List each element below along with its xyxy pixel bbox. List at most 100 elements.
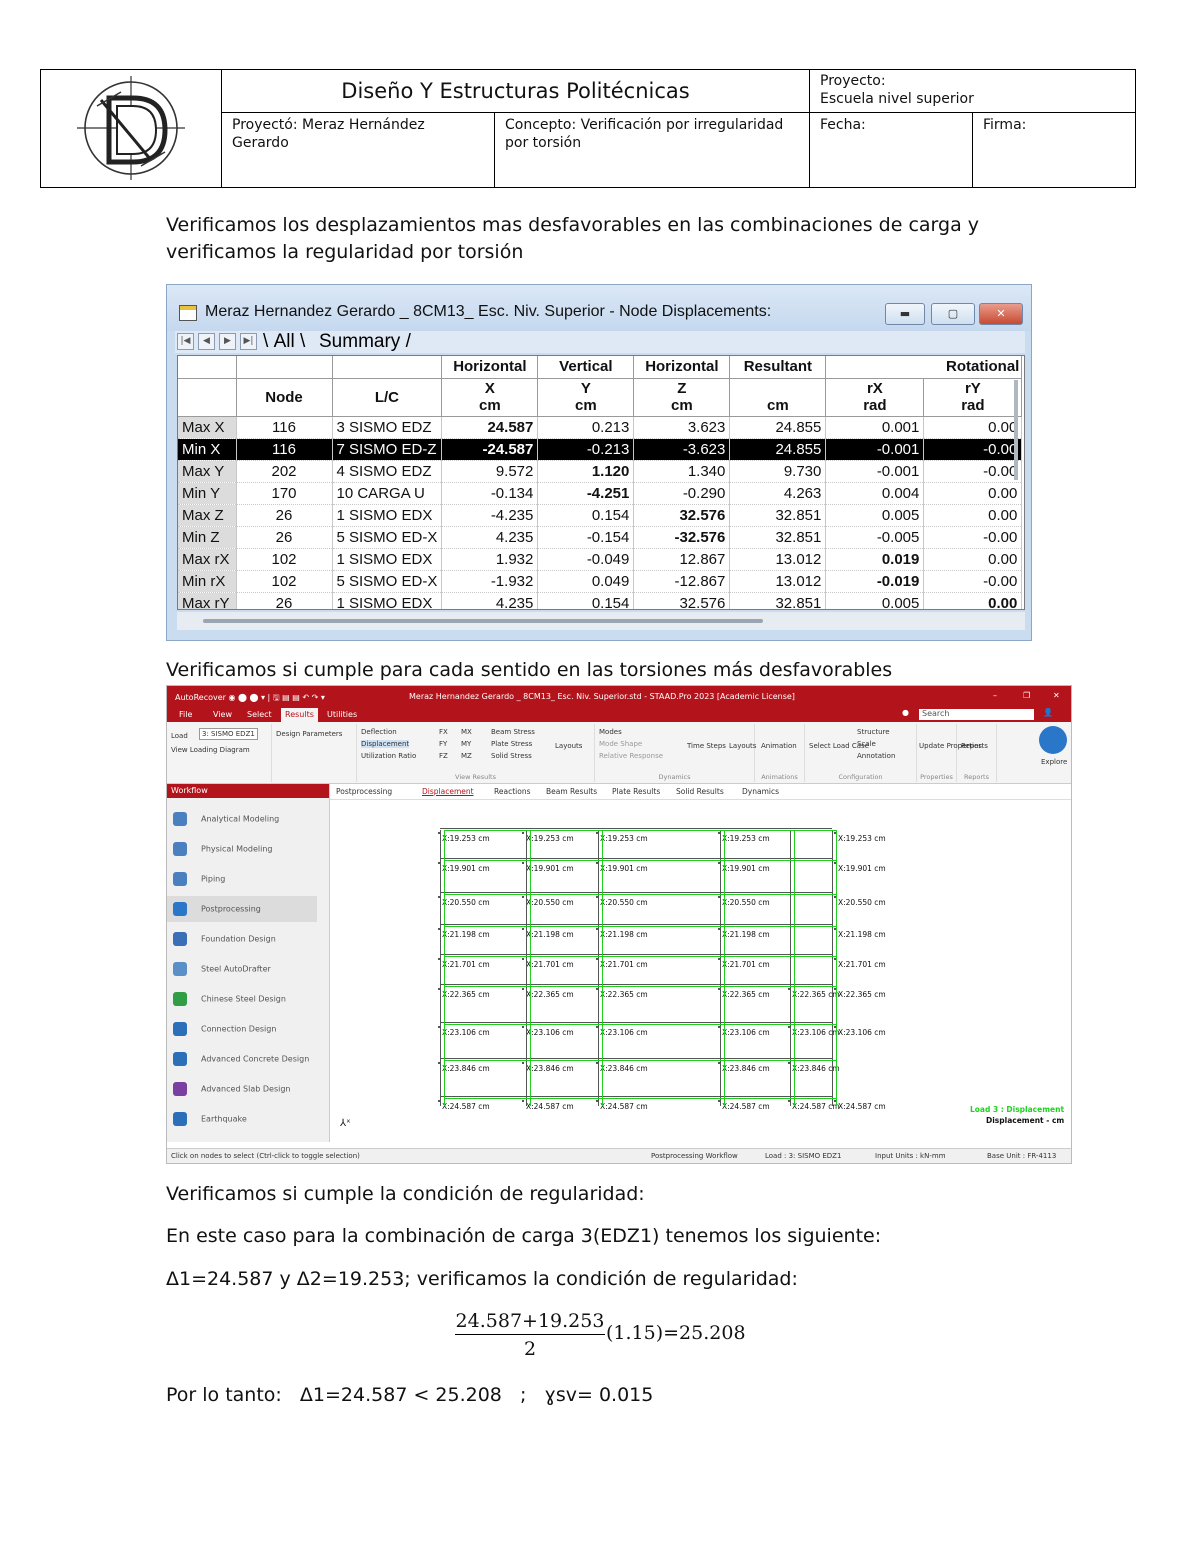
animation-button[interactable]: Animation xyxy=(761,742,797,750)
col-node[interactable]: Node xyxy=(236,378,333,417)
tab-summary[interactable]: Summary / xyxy=(319,331,411,353)
time-steps-button[interactable]: Time Steps xyxy=(687,742,726,750)
design-parameters[interactable]: Design Parameters xyxy=(276,730,342,738)
subtab-postprocessing[interactable]: Postprocessing xyxy=(336,787,392,796)
mode-shape-button[interactable]: Mode Shape xyxy=(599,740,642,748)
workflow-item[interactable]: Advanced Slab Design xyxy=(173,1082,291,1096)
node-dot[interactable] xyxy=(522,1062,524,1064)
mx-button[interactable]: MX xyxy=(461,728,472,736)
maximize-button[interactable]: ▢ xyxy=(931,303,975,325)
scale-button[interactable]: Scale xyxy=(857,740,876,748)
last-sheet-icon[interactable]: ▶| xyxy=(240,333,257,350)
dynamics-layouts-button[interactable]: Layouts xyxy=(729,742,756,750)
workflow-item[interactable]: Steel AutoDrafter xyxy=(173,962,271,976)
node-dot[interactable] xyxy=(522,862,524,864)
workflow-item[interactable]: Physical Modeling xyxy=(173,842,272,856)
node-dot[interactable] xyxy=(522,1026,524,1028)
deflected-column xyxy=(602,830,603,1106)
table-row[interactable]: Max Z 26 1 SISMO EDX -4.235 0.154 32.576 32.85… xyxy=(178,504,1023,527)
first-sheet-icon[interactable]: |◀ xyxy=(177,333,194,350)
table-row[interactable]: Max rX 102 1 SISMO EDX 1.932 -0.049 12.867 13.… xyxy=(178,548,1023,571)
table-row[interactable]: Min rX 102 5 SISMO ED-X -1.932 0.049 -12.867 1… xyxy=(178,570,1023,593)
subtab-dynamics[interactable]: Dynamics xyxy=(742,787,779,796)
horizontal-scrollbar[interactable] xyxy=(177,612,1025,630)
mz-button[interactable]: MZ xyxy=(461,752,472,760)
workflow-item[interactable]: Analytical Modeling xyxy=(173,812,279,826)
reports-button[interactable]: Reports xyxy=(961,742,988,750)
workflow-item[interactable]: Chinese Steel Design xyxy=(173,992,286,1006)
subtab-reactions[interactable]: Reactions xyxy=(494,787,530,796)
model-viewport[interactable]: X:19.253 cm X:19.253 cm X:19.253 cm X:19.25… xyxy=(330,800,1071,1142)
workflow-item[interactable]: Piping xyxy=(173,872,225,886)
table-row[interactable]: Min X 116 7 SISMO ED-Z -24.587 -0.213 -3.623 2… xyxy=(178,438,1023,461)
table-row[interactable]: Max Y 202 4 SISMO EDZ 9.572 1.120 1.340 9.730-… xyxy=(178,460,1023,483)
help-icon[interactable]: ● xyxy=(902,708,909,717)
node-dot[interactable] xyxy=(522,958,524,960)
displacement-label: X:22.365 cm xyxy=(600,990,648,999)
subtab-plate-results[interactable]: Plate Results xyxy=(612,787,660,796)
solid-stress-button[interactable]: Solid Stress xyxy=(491,752,532,760)
app-title: Meraz Hernandez Gerardo _ 8CM13_ Esc. Ni… xyxy=(409,692,795,701)
menu-view[interactable]: View xyxy=(213,710,232,719)
workflow-item[interactable]: Foundation Design xyxy=(173,932,276,946)
utilization-ratio-button[interactable]: Utilization Ratio xyxy=(361,752,416,760)
relative-response-button[interactable]: Relative Response xyxy=(599,752,663,760)
menu-utilities[interactable]: Utilities xyxy=(327,710,357,719)
app-close-button[interactable]: ✕ xyxy=(1053,691,1060,700)
menu-results[interactable]: Results xyxy=(281,708,318,722)
menu-file[interactable]: File xyxy=(179,710,192,719)
beam-stress-button[interactable]: Beam Stress xyxy=(491,728,535,736)
node-dot[interactable] xyxy=(522,832,524,834)
col-ry[interactable]: rY rad xyxy=(923,378,1023,417)
close-button[interactable]: ✕ xyxy=(979,303,1023,325)
col-resultant[interactable]: cm xyxy=(729,378,827,417)
minimize-button[interactable]: ▬ xyxy=(885,303,925,325)
tab-all[interactable]: \ All \ xyxy=(263,331,305,353)
displacement-label: X:21.198 cm xyxy=(722,930,770,939)
load-selector[interactable]: 3: SISMO EDZ1 xyxy=(199,728,258,740)
menu-select[interactable]: Select xyxy=(247,710,272,719)
workflow-item[interactable]: Advanced Concrete Design xyxy=(173,1052,309,1066)
col-y[interactable]: Ycm xyxy=(537,378,635,417)
node-dot[interactable] xyxy=(522,928,524,930)
col-x[interactable]: Xcm xyxy=(441,378,539,417)
subtab-beam-results[interactable]: Beam Results xyxy=(546,787,597,796)
node-dot[interactable] xyxy=(522,988,524,990)
cell-z: 1.340 xyxy=(633,460,731,483)
table-row[interactable]: Min Z 26 5 SISMO ED-X 4.235 -0.154 -32.576 32.… xyxy=(178,526,1023,549)
col-rx[interactable]: rX rad xyxy=(825,378,925,417)
table-row[interactable]: Max rY 26 1 SISMO EDX 4.235 0.154 32.576 32.85… xyxy=(178,592,1023,609)
explore-label: Explore xyxy=(1041,758,1068,766)
workflow-item[interactable]: Postprocessing xyxy=(167,896,317,922)
subtab-displacement[interactable]: Displacement xyxy=(422,787,474,796)
app-minimize-button[interactable]: – xyxy=(993,691,997,700)
annotation-button[interactable]: Annotation xyxy=(857,752,895,760)
next-sheet-icon[interactable]: ▶ xyxy=(219,333,236,350)
prev-sheet-icon[interactable]: ◀ xyxy=(198,333,215,350)
workflow-item[interactable]: Earthquake xyxy=(173,1112,247,1126)
col-lc[interactable]: L/C xyxy=(332,378,443,417)
user-icon[interactable]: 👤 xyxy=(1043,708,1053,717)
col-z[interactable]: Zcm xyxy=(633,378,731,417)
my-button[interactable]: MY xyxy=(461,740,471,748)
fz-button[interactable]: FZ xyxy=(439,752,448,760)
workflow-item[interactable]: Connection Design xyxy=(173,1022,276,1036)
subtab-solid-results[interactable]: Solid Results xyxy=(676,787,724,796)
view-loading-diagram[interactable]: View Loading Diagram xyxy=(171,746,250,754)
structure-button[interactable]: Structure xyxy=(857,728,890,736)
table-row[interactable]: Max X 116 3 SISMO EDZ 24.587 0.213 3.623 24.85… xyxy=(178,416,1023,439)
fx-button[interactable]: FX xyxy=(439,728,448,736)
fy-button[interactable]: FY xyxy=(439,740,447,748)
layouts-button[interactable]: Layouts xyxy=(555,742,582,750)
node-dot[interactable] xyxy=(522,896,524,898)
plate-stress-button[interactable]: Plate Stress xyxy=(491,740,532,748)
deflection-button[interactable]: Deflection xyxy=(361,728,397,736)
app-restore-button[interactable]: ❐ xyxy=(1023,691,1030,700)
search-input[interactable]: Search xyxy=(919,709,1034,720)
node-dot[interactable] xyxy=(522,1100,524,1102)
quick-access-toolbar[interactable]: AutoRecover ◉ ⬤ ⬤ ▾ | 🖫 ▤ ▤ ↶ ↷ ▾ xyxy=(175,692,325,706)
vertical-scrollbar[interactable] xyxy=(1010,360,1022,480)
table-row[interactable]: Min Y 170 10 CARGA U -0.134 -4.251 -0.290 4.26… xyxy=(178,482,1023,505)
displacement-button[interactable]: Displacement xyxy=(361,740,410,748)
explore-icon[interactable] xyxy=(1039,726,1067,754)
